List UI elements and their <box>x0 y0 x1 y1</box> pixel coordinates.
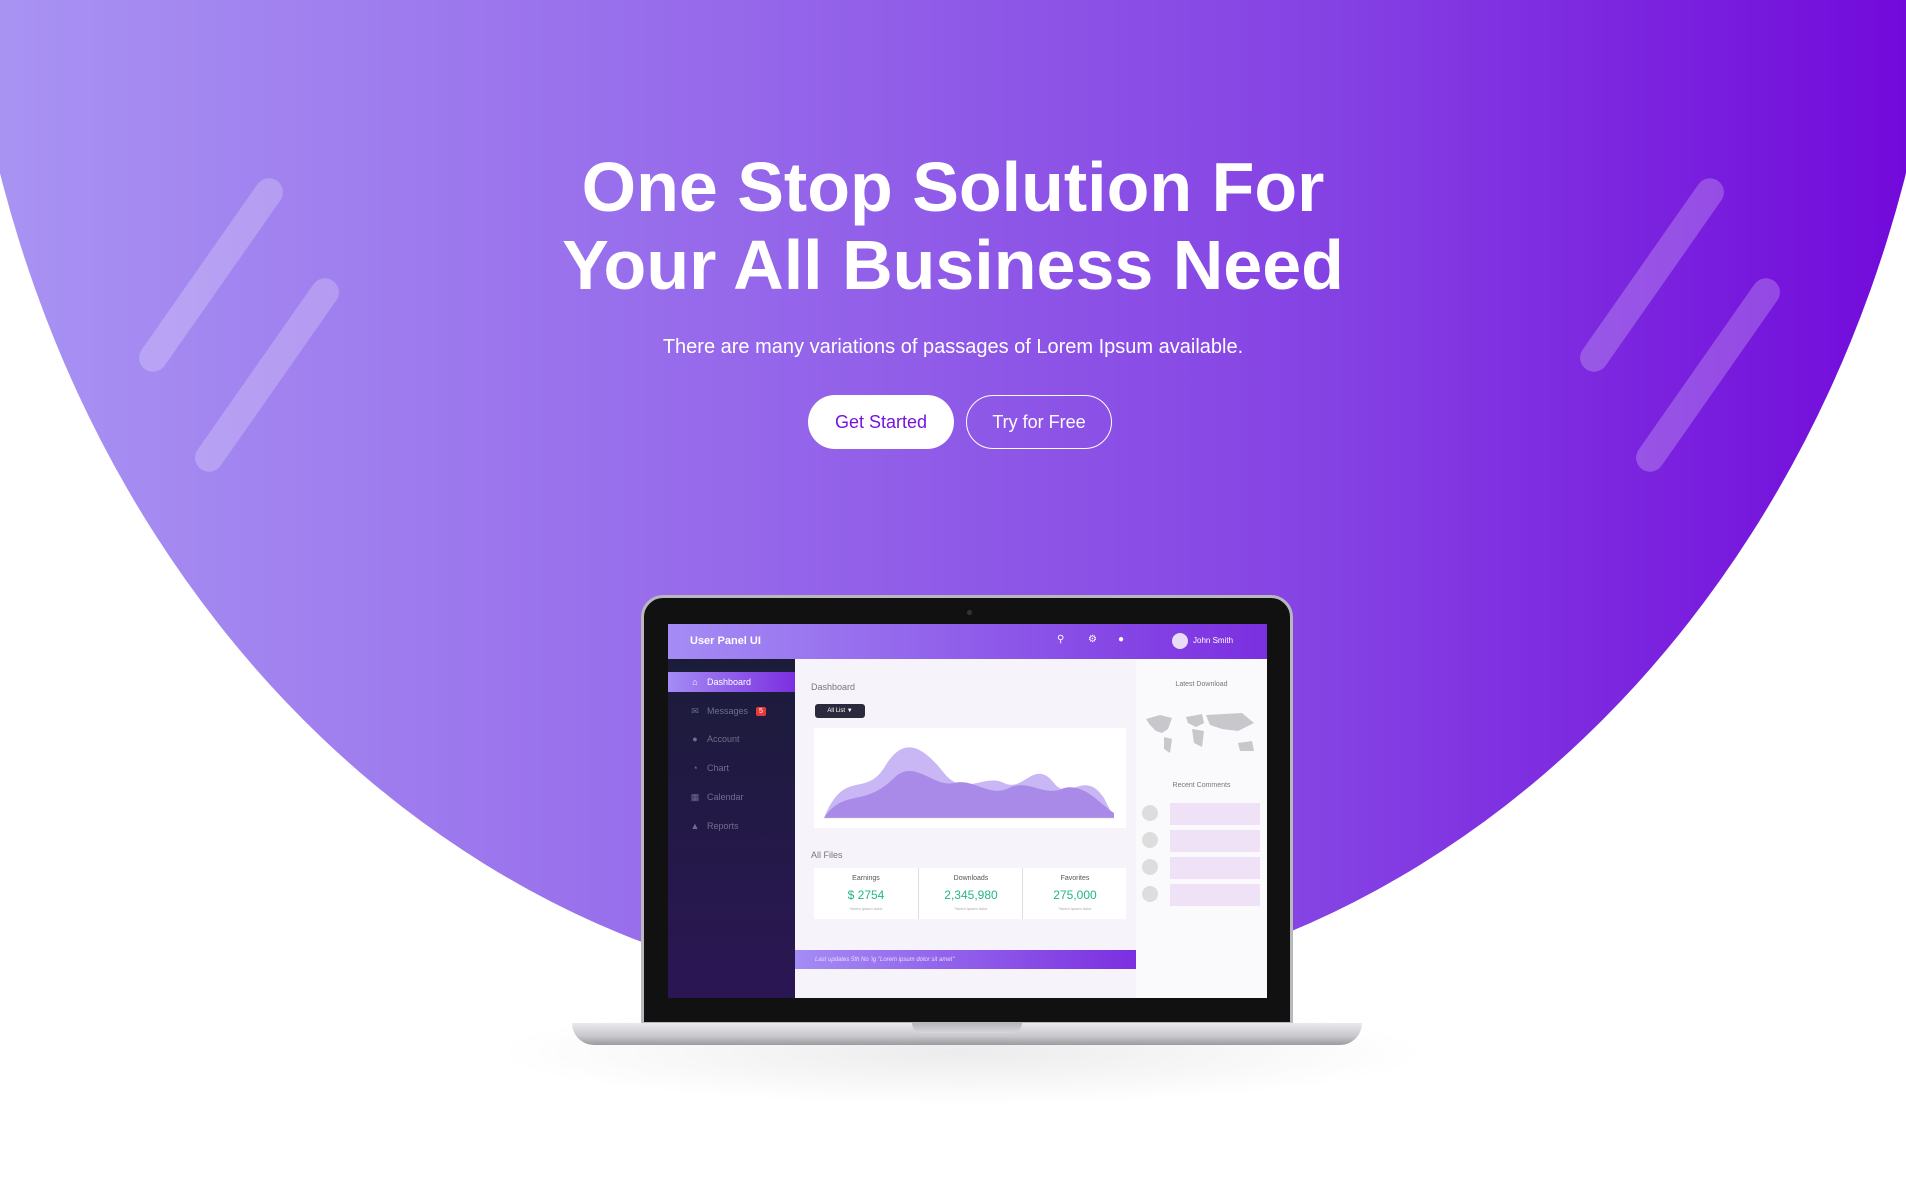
area-chart <box>814 728 1126 828</box>
user-icon: ● <box>692 734 698 744</box>
hero-title: One Stop Solution For Your All Business … <box>0 148 1906 304</box>
all-files-title: All Files <box>811 850 843 860</box>
sidebar-item-messages: ✉ Messages 5 <box>668 701 795 721</box>
comment-item <box>1142 830 1260 852</box>
calendar-icon: ▦ <box>690 791 700 802</box>
get-started-button[interactable]: Get Started <box>808 395 954 449</box>
sidebar-item-calendar: ▦ Calendar <box>668 787 795 807</box>
try-for-free-button[interactable]: Try for Free <box>966 395 1112 449</box>
stat-earnings: Earnings $ 2754 *lorem ipsum dolor <box>814 868 918 919</box>
all-list-dropdown: All List ▼ <box>815 704 865 718</box>
avatar <box>1142 832 1158 848</box>
stat-note: *lorem ipsum dolor <box>1058 906 1092 911</box>
search-icon: ⚲ <box>1057 634 1065 645</box>
dashboard-screenshot: User Panel UI ⚲ ⚙ ● John Smith ⌂ Dashboa… <box>668 624 1267 998</box>
stat-note: *lorem ipsum dolor <box>954 906 988 911</box>
latest-download-title: Latest Download <box>1175 681 1228 688</box>
avatar <box>1142 886 1158 902</box>
comment-item <box>1142 803 1260 825</box>
avatar <box>1142 859 1158 875</box>
stat-favorites: Favorites 275,000 *lorem ipsum dolor <box>1022 868 1127 919</box>
stat-label: Favorites <box>1060 875 1090 882</box>
dashboard-footer-note: Last updates 5th No 'ig "Lorem ipsum dol… <box>795 950 1136 969</box>
warning-icon: ▲ <box>690 821 700 831</box>
gear-icon: ⚙ <box>1088 634 1097 645</box>
dashboard-sidebar: ⌂ Dashboard ✉ Messages 5 ● Account ◔ Cha… <box>668 659 795 998</box>
stat-label: Downloads <box>953 875 989 882</box>
stat-label: Earnings <box>852 875 880 882</box>
dashboard-right-panel: Latest Download Recent Comments <box>1136 659 1267 998</box>
sidebar-item-label: Dashboard <box>707 677 752 687</box>
hero-title-line2: Your All Business Need <box>562 226 1344 304</box>
comment-item <box>1142 857 1260 879</box>
sidebar-item-label: Chart <box>707 763 730 773</box>
dashboard-main-title: Dashboard <box>811 682 856 692</box>
user-icon: ● <box>1118 634 1125 645</box>
comment-bubble <box>1170 803 1260 825</box>
message-count-badge: 5 <box>756 706 766 716</box>
camera-icon <box>967 610 972 615</box>
sidebar-item-chart: ◔ Chart <box>668 758 795 778</box>
world-map-icon <box>1146 713 1254 753</box>
stat-value: 2,345,980 <box>944 888 998 902</box>
sidebar-item-label: Calendar <box>707 792 744 802</box>
avatar <box>1172 633 1188 649</box>
sidebar-item-label: Account <box>707 734 740 744</box>
hero-title-line1: One Stop Solution For <box>581 148 1325 226</box>
hero-subtitle: There are many variations of passages of… <box>662 336 1244 358</box>
sidebar-item-label: Reports <box>707 821 739 831</box>
dashboard-topbar: User Panel UI ⚲ ⚙ ● John Smith <box>668 624 1267 659</box>
recent-comments-title: Recent Comments <box>1172 782 1231 789</box>
dashboard-app-title: User Panel UI <box>690 635 761 647</box>
comment-item <box>1142 884 1260 906</box>
home-icon: ⌂ <box>692 677 698 687</box>
area-chart-graphic <box>824 747 1114 819</box>
sidebar-item-account: ● Account <box>668 729 795 749</box>
sidebar-item-reports: ▲ Reports <box>668 816 795 836</box>
stat-note: *lorem ipsum dolor <box>849 906 883 911</box>
stats-panel: Earnings $ 2754 *lorem ipsum dolor Downl… <box>814 868 1126 919</box>
stat-downloads: Downloads 2,345,980 *lorem ipsum dolor <box>918 868 1023 919</box>
comment-bubble <box>1170 830 1260 852</box>
dashboard-user-name: John Smith <box>1193 636 1234 645</box>
comment-bubble <box>1170 857 1260 879</box>
stat-value: $ 2754 <box>847 888 885 902</box>
sidebar-item-dashboard: ⌂ Dashboard <box>668 672 795 692</box>
stat-value: 275,000 <box>1053 888 1097 902</box>
mail-icon: ✉ <box>691 705 699 716</box>
sidebar-item-label: Messages <box>707 706 749 716</box>
avatar <box>1142 805 1158 821</box>
comment-bubble <box>1170 884 1260 906</box>
pie-chart-icon: ◔ <box>692 763 698 773</box>
laptop-notch <box>912 1023 1022 1033</box>
